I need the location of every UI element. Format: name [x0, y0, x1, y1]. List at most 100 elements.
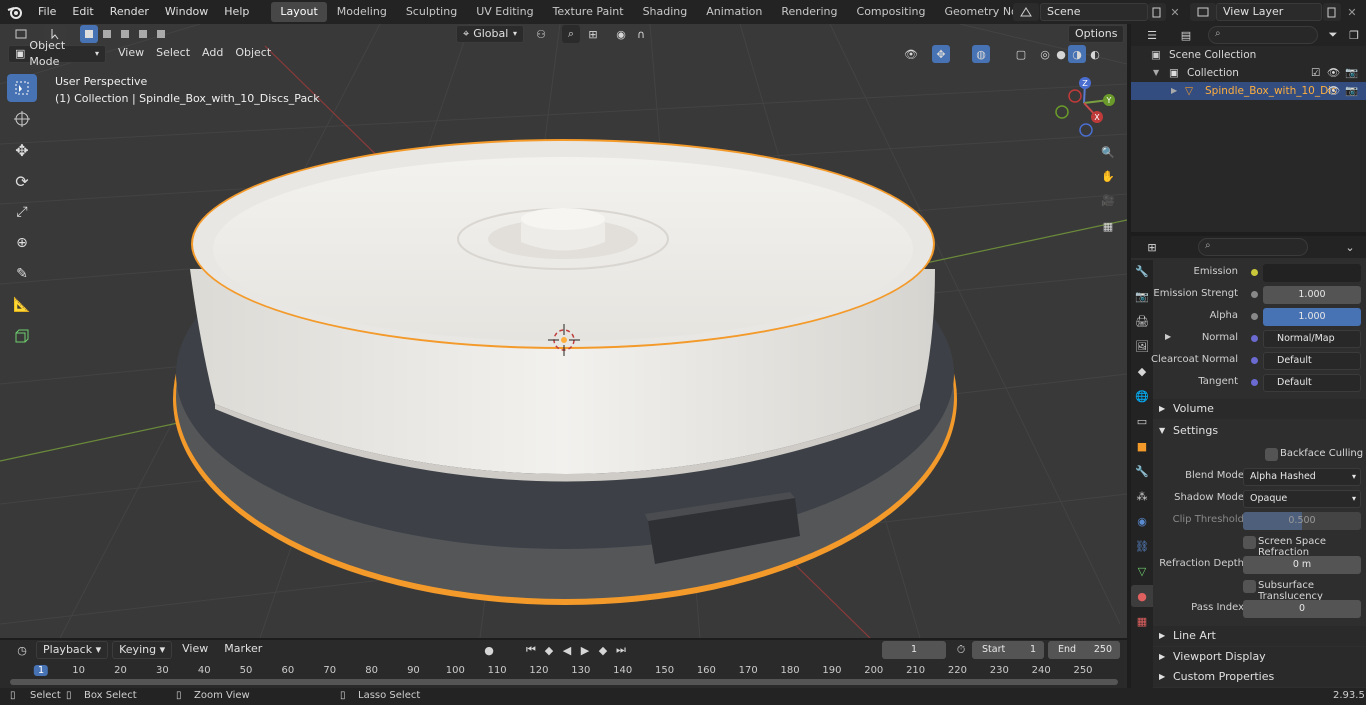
render-camera-icon[interactable]: 📷	[1345, 82, 1358, 100]
pan-hand-icon[interactable]: ✋	[1099, 167, 1117, 185]
close-scene-icon[interactable]: ✕	[1166, 3, 1184, 21]
socket-vector-icon[interactable]	[1251, 357, 1258, 364]
snap-icon[interactable]: ⌕	[562, 25, 580, 43]
scale-tool-icon[interactable]: ⤢	[7, 198, 37, 226]
proportional-edit-icon[interactable]: ◉	[612, 25, 630, 43]
select-mode-invert-icon[interactable]	[134, 25, 152, 43]
view-layer-field[interactable]: View Layer	[1216, 3, 1322, 21]
new-scene-icon[interactable]	[1148, 3, 1166, 21]
clearcoat-normal-field[interactable]: Default	[1263, 352, 1361, 370]
view-layer-tab-icon[interactable]: 🖼	[1131, 335, 1153, 357]
select-mode-intersect-icon[interactable]	[152, 25, 170, 43]
menu-render[interactable]: Render	[102, 0, 157, 24]
data-tab-icon[interactable]: ▽	[1131, 560, 1153, 582]
select-mode-subtract-icon[interactable]	[116, 25, 134, 43]
shading-material-icon[interactable]: ◑	[1068, 45, 1086, 63]
socket-vector-icon[interactable]	[1251, 379, 1258, 386]
transform-tool-icon[interactable]: ⊕	[7, 229, 37, 257]
properties-options-icon[interactable]: ⌄	[1341, 238, 1359, 256]
move-tool-icon[interactable]: ✥	[7, 136, 37, 164]
emission-strength-field[interactable]: 1.000	[1263, 286, 1361, 304]
tab-layout[interactable]: Layout	[271, 2, 327, 22]
menu-help[interactable]: Help	[216, 0, 257, 24]
section-line-art[interactable]: ▶ Line Art	[1153, 626, 1366, 646]
outliner-editor-type-icon[interactable]: ☰	[1137, 26, 1167, 44]
select-mode-extend-icon[interactable]	[98, 25, 116, 43]
gizmo-toggle-icon[interactable]: ✥	[932, 45, 950, 63]
xray-icon[interactable]: ▢	[1012, 45, 1030, 63]
texture-tab-icon[interactable]: ▦	[1131, 610, 1153, 632]
world-tab-icon[interactable]: 🌐	[1131, 385, 1153, 407]
tab-uv-editing[interactable]: UV Editing	[467, 2, 542, 22]
mode-dropdown[interactable]: ▣ Object Mode ▾	[8, 39, 106, 68]
section-settings[interactable]: ▼ Settings	[1153, 421, 1366, 441]
tab-compositing[interactable]: Compositing	[848, 2, 935, 22]
annotate-tool-icon[interactable]: ✎	[7, 260, 37, 288]
physics-tab-icon[interactable]: ◉	[1131, 510, 1153, 532]
tab-texture-paint[interactable]: Texture Paint	[544, 2, 633, 22]
scene-tab-icon[interactable]: ◆	[1131, 360, 1153, 382]
material-tab-icon[interactable]: ●	[1131, 585, 1153, 607]
alpha-field[interactable]: 1.000	[1263, 308, 1361, 326]
constraints-tab-icon[interactable]: ⛓	[1131, 535, 1153, 557]
socket-value-icon[interactable]	[1251, 313, 1258, 320]
visibility-icon[interactable]: 👁	[902, 45, 920, 63]
eye-icon[interactable]: 👁	[1327, 82, 1340, 100]
measure-tool-icon[interactable]: 📐	[7, 291, 37, 319]
viewport-menu-object[interactable]: Object	[229, 45, 277, 63]
section-viewport-display[interactable]: ▶ Viewport Display	[1153, 647, 1366, 667]
subsurface-translucency-checkbox[interactable]	[1243, 580, 1256, 593]
outliner-row-object[interactable]: ▶ ▽ Spindle_Box_with_10_Dis 👁 📷	[1131, 82, 1366, 100]
normal-field[interactable]: Normal/Map	[1263, 330, 1361, 348]
object-tab-icon[interactable]: ■	[1131, 435, 1153, 457]
tangent-field[interactable]: Default	[1263, 374, 1361, 392]
chevron-right-icon[interactable]: ▶	[1165, 332, 1171, 341]
orientation-dropdown[interactable]: ⌖ Global ▾	[456, 25, 524, 43]
scene-icon[interactable]	[1013, 3, 1039, 21]
options-dropdown[interactable]: Options ▾	[1068, 25, 1124, 56]
tool-tab-icon[interactable]: 🔧	[1131, 260, 1153, 282]
screen-space-refraction-checkbox[interactable]	[1243, 536, 1256, 549]
section-volume[interactable]: ▶ Volume	[1153, 399, 1366, 419]
shading-rendered-icon[interactable]: ◐	[1086, 45, 1104, 63]
3d-viewport[interactable]: Z Y X ⌖ Global ▾ ⚇ ⌕ ⊞ ◉ ∩ Options ▾	[0, 24, 1127, 638]
particles-tab-icon[interactable]: ⁂	[1131, 485, 1153, 507]
pivot-point-icon[interactable]: ⚇	[532, 25, 550, 43]
menu-file[interactable]: File	[30, 0, 64, 24]
tab-modeling[interactable]: Modeling	[328, 2, 396, 22]
tab-rendering[interactable]: Rendering	[772, 2, 846, 22]
camera-icon[interactable]: 🎥	[1099, 191, 1117, 209]
viewport-menu-view[interactable]: View	[112, 45, 150, 63]
properties-editor-type-icon[interactable]: ⊞	[1137, 238, 1167, 256]
select-box-tool-icon[interactable]	[7, 74, 37, 102]
display-mode-icon[interactable]: ▤	[1171, 26, 1201, 44]
scene-name-field[interactable]: Scene	[1040, 3, 1148, 21]
zoom-icon[interactable]: 🔍	[1099, 143, 1117, 161]
properties-search-input[interactable]: ⌕	[1198, 238, 1308, 256]
pass-index-field[interactable]: 0	[1243, 600, 1361, 618]
rotate-tool-icon[interactable]: ⟳	[7, 167, 37, 195]
tab-animation[interactable]: Animation	[697, 2, 771, 22]
render-tab-icon[interactable]: 📷	[1131, 285, 1153, 307]
clip-threshold-field[interactable]: 0.500	[1243, 512, 1361, 530]
outliner-row-scene-collection[interactable]: ▣ Scene Collection	[1131, 46, 1366, 64]
socket-value-icon[interactable]	[1251, 291, 1258, 298]
output-tab-icon[interactable]: 🖨	[1131, 310, 1153, 332]
outliner-row-collection[interactable]: ▼ ▣ Collection ☑ 👁 📷	[1131, 64, 1366, 82]
section-custom-properties[interactable]: ▶ Custom Properties	[1153, 667, 1366, 687]
menu-window[interactable]: Window	[157, 0, 216, 24]
cursor-tool-icon[interactable]	[7, 105, 37, 133]
blend-mode-dropdown[interactable]: Alpha Hashed ▾	[1243, 468, 1361, 486]
proportional-falloff-icon[interactable]: ∩	[632, 25, 650, 43]
render-camera-icon[interactable]: 📷	[1345, 64, 1358, 82]
close-view-layer-icon[interactable]: ✕	[1343, 3, 1361, 21]
filter-icon[interactable]: ⏷	[1321, 26, 1345, 44]
add-cube-tool-icon[interactable]	[7, 322, 37, 350]
overlay-toggle-icon[interactable]: ◍	[972, 45, 990, 63]
viewport-menu-add[interactable]: Add	[196, 45, 229, 63]
timeline-scrollbar[interactable]	[10, 679, 1118, 685]
refraction-depth-field[interactable]: 0 m	[1243, 556, 1361, 574]
emission-color-field[interactable]	[1263, 264, 1361, 282]
socket-color-icon[interactable]	[1251, 269, 1258, 276]
blender-logo-icon[interactable]	[0, 0, 30, 24]
